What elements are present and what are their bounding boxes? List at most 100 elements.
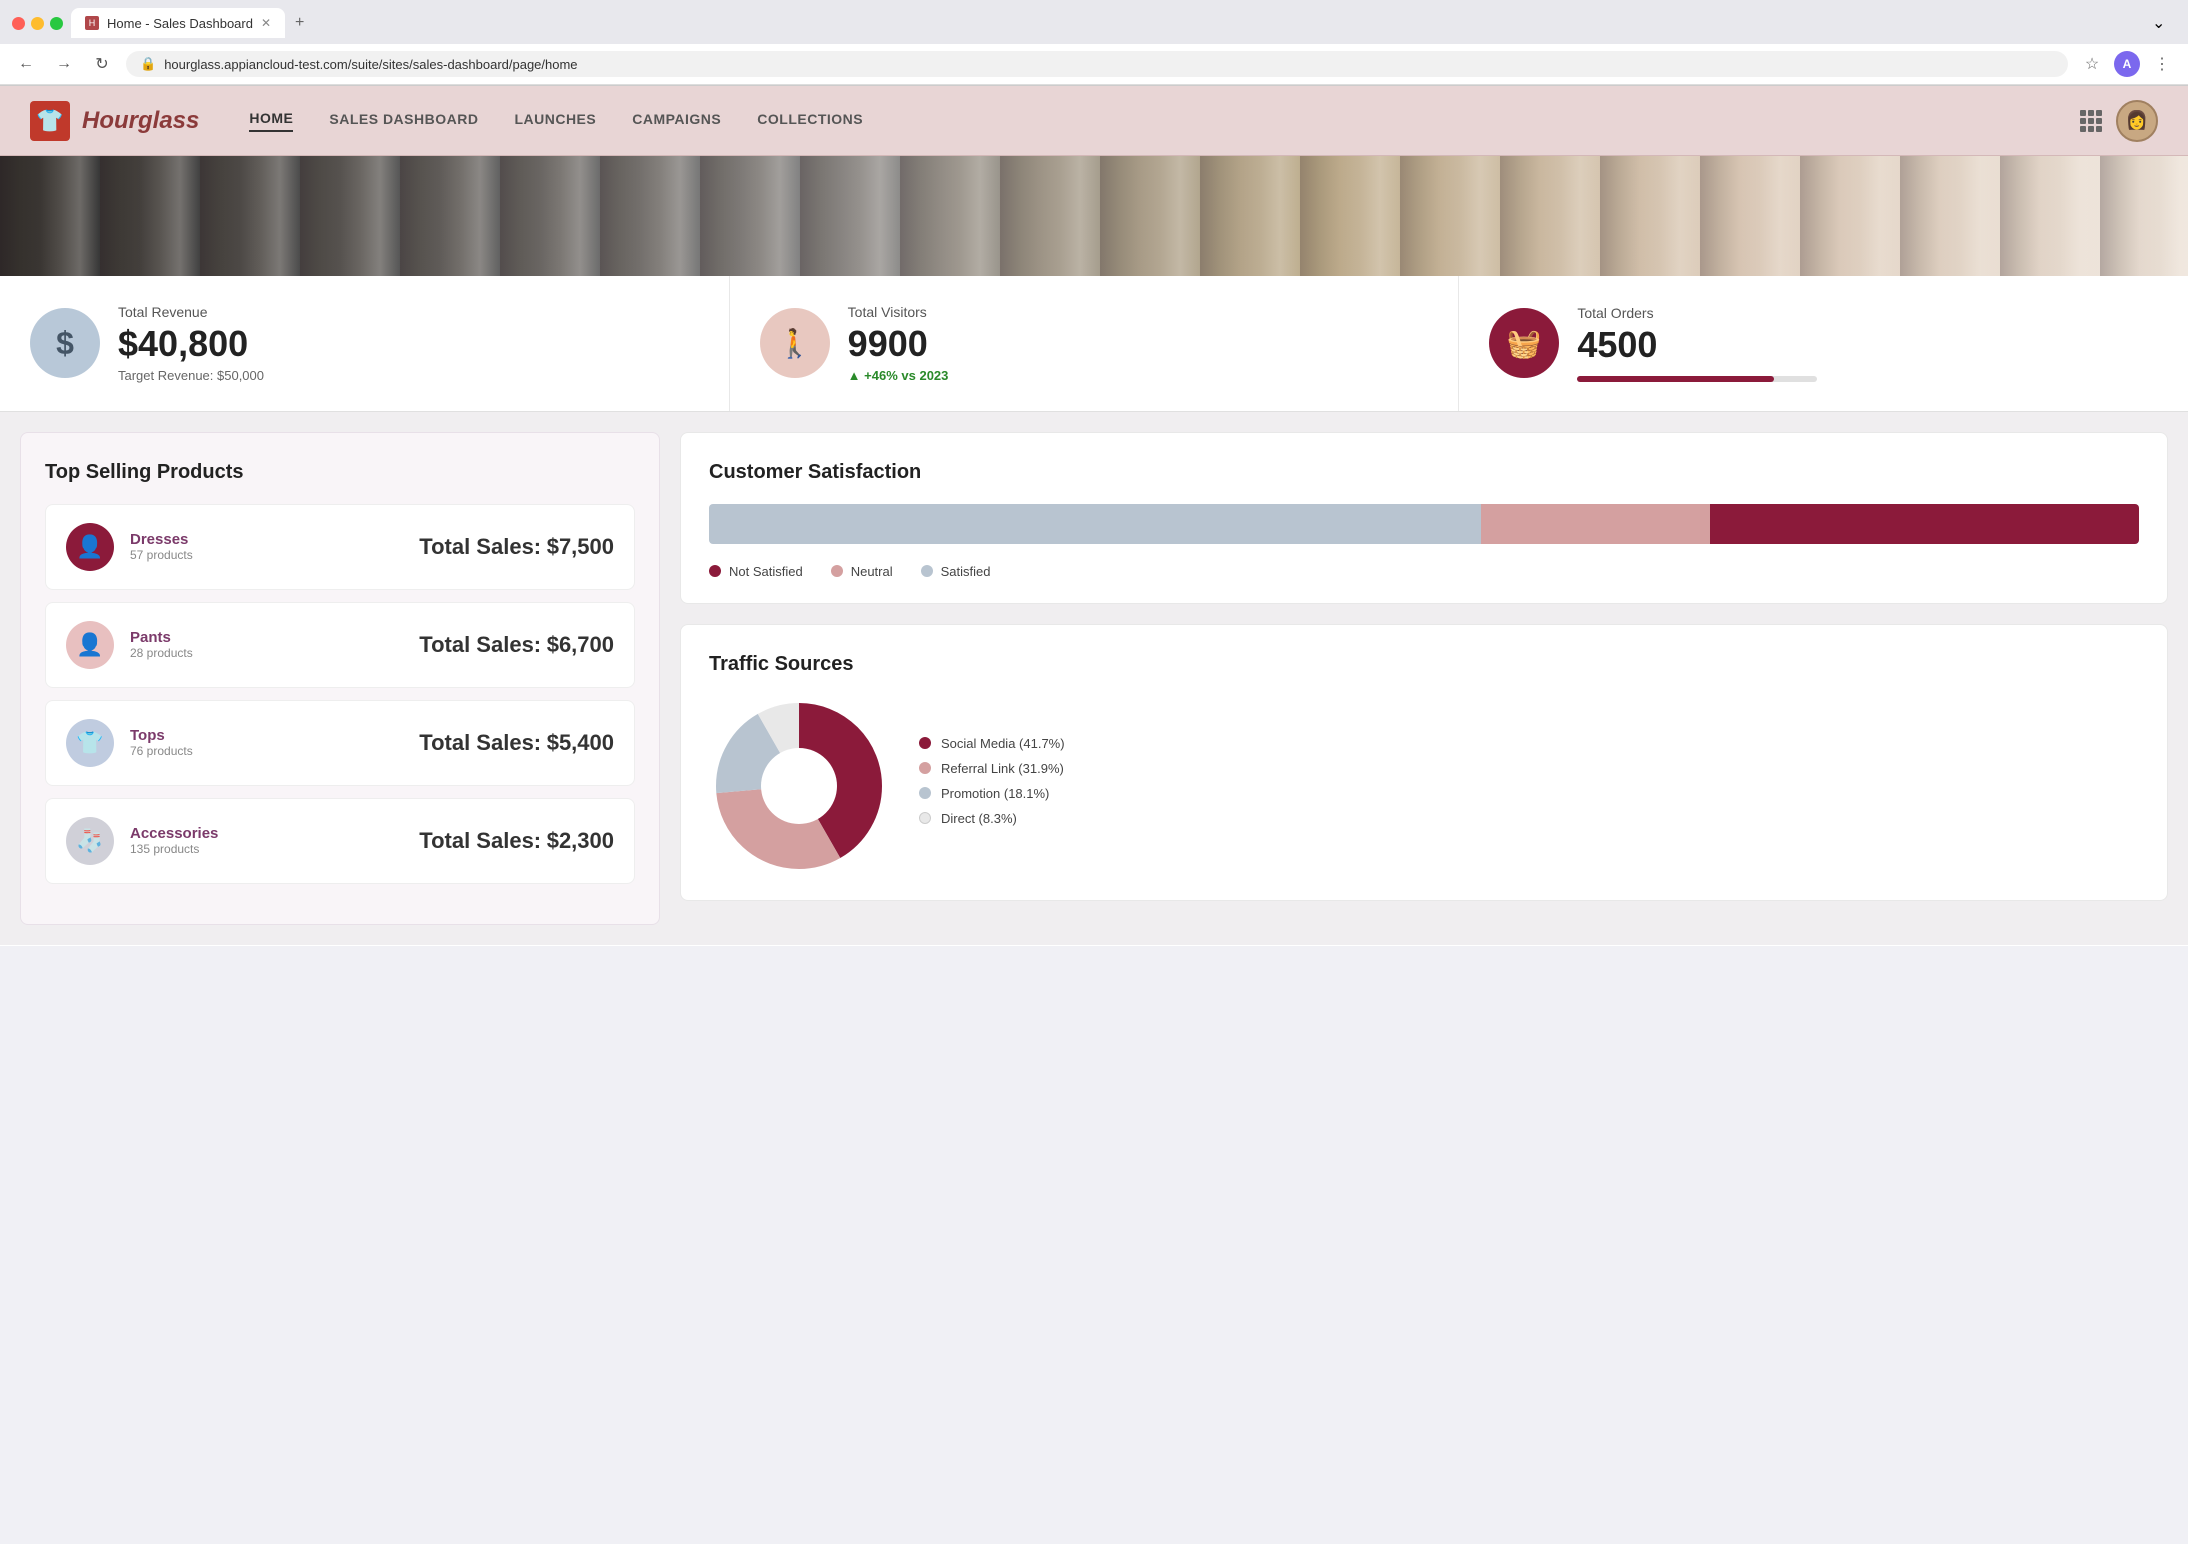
brand-icon: 👕 — [30, 101, 70, 141]
total-revenue-card: $ Total Revenue $40,800 Target Revenue: … — [0, 276, 730, 411]
satisfaction-legend: Not Satisfied Neutral Satisfied — [709, 564, 2139, 579]
nav-links: HOME SALES DASHBOARD LAUNCHES CAMPAIGNS … — [249, 110, 2080, 132]
pants-sales: Total Sales: $6,700 — [419, 632, 614, 658]
satisfaction-title: Customer Satisfaction — [709, 461, 2139, 484]
main-content: Top Selling Products 👤 Dresses 57 produc… — [0, 412, 2188, 945]
brand-name: Hourglass — [82, 107, 199, 135]
new-tab-button[interactable]: + — [285, 8, 314, 38]
donut-chart — [709, 696, 889, 876]
product-accessories: 🧦 Accessories 135 products Total Sales: … — [45, 798, 635, 884]
traffic-legend: Social Media (41.7%) Referral Link (31.9… — [919, 736, 2139, 836]
dresses-count: 57 products — [130, 548, 403, 562]
product-dresses: 👤 Dresses 57 products Total Sales: $7,50… — [45, 504, 635, 590]
orders-progress-fill — [1577, 376, 1774, 382]
pants-icon: 👤 — [66, 621, 114, 669]
total-visitors-card: 🚶 Total Visitors 9900 ▲ +46% vs 2023 — [730, 276, 1460, 411]
reload-button[interactable]: ↻ — [88, 50, 116, 78]
traffic-title: Traffic Sources — [709, 653, 2139, 676]
not-satisfied-segment — [709, 504, 1481, 544]
back-button[interactable]: ← — [12, 50, 40, 78]
orders-icon: 🧺 — [1489, 308, 1559, 378]
minimize-window-button[interactable] — [31, 17, 44, 30]
revenue-value: $40,800 — [118, 324, 264, 364]
promotion-label: Promotion (18.1%) — [941, 786, 1049, 801]
dresses-info: Dresses 57 products — [130, 531, 403, 562]
close-window-button[interactable] — [12, 17, 25, 30]
visitors-sub: ▲ +46% vs 2023 — [848, 368, 949, 383]
orders-label: Total Orders — [1577, 305, 1817, 321]
referral-dot — [919, 762, 931, 774]
visitors-icon: 🚶 — [760, 308, 830, 378]
satisfaction-card: Customer Satisfaction Not Satisfied Neut… — [680, 432, 2168, 604]
orders-info: Total Orders 4500 — [1577, 305, 1817, 383]
revenue-label: Total Revenue — [118, 304, 264, 320]
legend-neutral: Neutral — [831, 564, 893, 579]
url-text: hourglass.appiancloud-test.com/suite/sit… — [164, 57, 2054, 72]
satisfaction-bar — [709, 504, 2139, 544]
browser-nav-bar: ← → ↻ 🔒 hourglass.appiancloud-test.com/s… — [0, 44, 2188, 85]
legend-social-media: Social Media (41.7%) — [919, 736, 2139, 751]
top-selling-title: Top Selling Products — [45, 461, 635, 484]
forward-button[interactable]: → — [50, 50, 78, 78]
neutral-label: Neutral — [851, 564, 893, 579]
dresses-sales: Total Sales: $7,500 — [419, 534, 614, 560]
neutral-segment — [1481, 504, 1710, 544]
accessories-info: Accessories 135 products — [130, 825, 403, 856]
right-panel: Customer Satisfaction Not Satisfied Neut… — [680, 432, 2168, 925]
nav-collections[interactable]: COLLECTIONS — [757, 111, 863, 131]
revenue-sub: Target Revenue: $50,000 — [118, 368, 264, 383]
nav-home[interactable]: HOME — [249, 110, 293, 132]
user-avatar[interactable]: 👩 — [2116, 100, 2158, 142]
top-selling-panel: Top Selling Products 👤 Dresses 57 produc… — [20, 432, 660, 925]
tops-count: 76 products — [130, 744, 403, 758]
satisfied-segment — [1710, 504, 2139, 544]
traffic-content: Social Media (41.7%) Referral Link (31.9… — [709, 696, 2139, 876]
not-satisfied-dot — [709, 565, 721, 577]
legend-not-satisfied: Not Satisfied — [709, 564, 803, 579]
tops-icon: 👕 — [66, 719, 114, 767]
address-bar[interactable]: 🔒 hourglass.appiancloud-test.com/suite/s… — [126, 51, 2068, 77]
nav-sales-dashboard[interactable]: SALES DASHBOARD — [329, 111, 478, 131]
total-orders-card: 🧺 Total Orders 4500 — [1459, 276, 2188, 411]
orders-value: 4500 — [1577, 325, 1817, 365]
direct-label: Direct (8.3%) — [941, 811, 1017, 826]
stats-row: $ Total Revenue $40,800 Target Revenue: … — [0, 276, 2188, 412]
browser-chrome: H Home - Sales Dashboard ✕ + ⌄ ← → ↻ 🔒 h… — [0, 0, 2188, 86]
window-controls — [12, 17, 63, 30]
nav-launches[interactable]: LAUNCHES — [514, 111, 596, 131]
maximize-window-button[interactable] — [50, 17, 63, 30]
grid-apps-icon[interactable] — [2080, 110, 2102, 132]
dresses-icon: 👤 — [66, 523, 114, 571]
visitors-info: Total Visitors 9900 ▲ +46% vs 2023 — [848, 304, 949, 383]
orders-progress-bar — [1577, 376, 1817, 382]
chevron-down-icon[interactable]: ⌄ — [2152, 13, 2176, 33]
bookmark-button[interactable]: ☆ — [2078, 50, 2106, 78]
direct-dot — [919, 812, 931, 824]
nav-campaigns[interactable]: CAMPAIGNS — [632, 111, 721, 131]
accessories-icon: 🧦 — [66, 817, 114, 865]
traffic-card: Traffic Sources — [680, 624, 2168, 901]
nav-right: 👩 — [2080, 100, 2158, 142]
social-media-dot — [919, 737, 931, 749]
tab-close-button[interactable]: ✕ — [261, 16, 271, 30]
pants-name: Pants — [130, 629, 403, 646]
app-container: 👕 Hourglass HOME SALES DASHBOARD LAUNCHE… — [0, 86, 2188, 946]
tab-favicon: H — [85, 16, 99, 30]
profile-avatar[interactable]: A — [2114, 51, 2140, 77]
visitors-label: Total Visitors — [848, 304, 949, 320]
pants-count: 28 products — [130, 646, 403, 660]
lock-icon: 🔒 — [140, 56, 156, 72]
app-nav: 👕 Hourglass HOME SALES DASHBOARD LAUNCHE… — [0, 86, 2188, 156]
active-tab[interactable]: H Home - Sales Dashboard ✕ — [71, 8, 285, 38]
referral-label: Referral Link (31.9%) — [941, 761, 1064, 776]
donut-hole — [761, 748, 837, 824]
legend-referral: Referral Link (31.9%) — [919, 761, 2139, 776]
dresses-name: Dresses — [130, 531, 403, 548]
not-satisfied-label: Not Satisfied — [729, 564, 803, 579]
tab-title: Home - Sales Dashboard — [107, 16, 253, 31]
accessories-sales: Total Sales: $2,300 — [419, 828, 614, 854]
more-options-button[interactable]: ⋮ — [2148, 50, 2176, 78]
product-pants: 👤 Pants 28 products Total Sales: $6,700 — [45, 602, 635, 688]
tops-name: Tops — [130, 727, 403, 744]
neutral-dot — [831, 565, 843, 577]
